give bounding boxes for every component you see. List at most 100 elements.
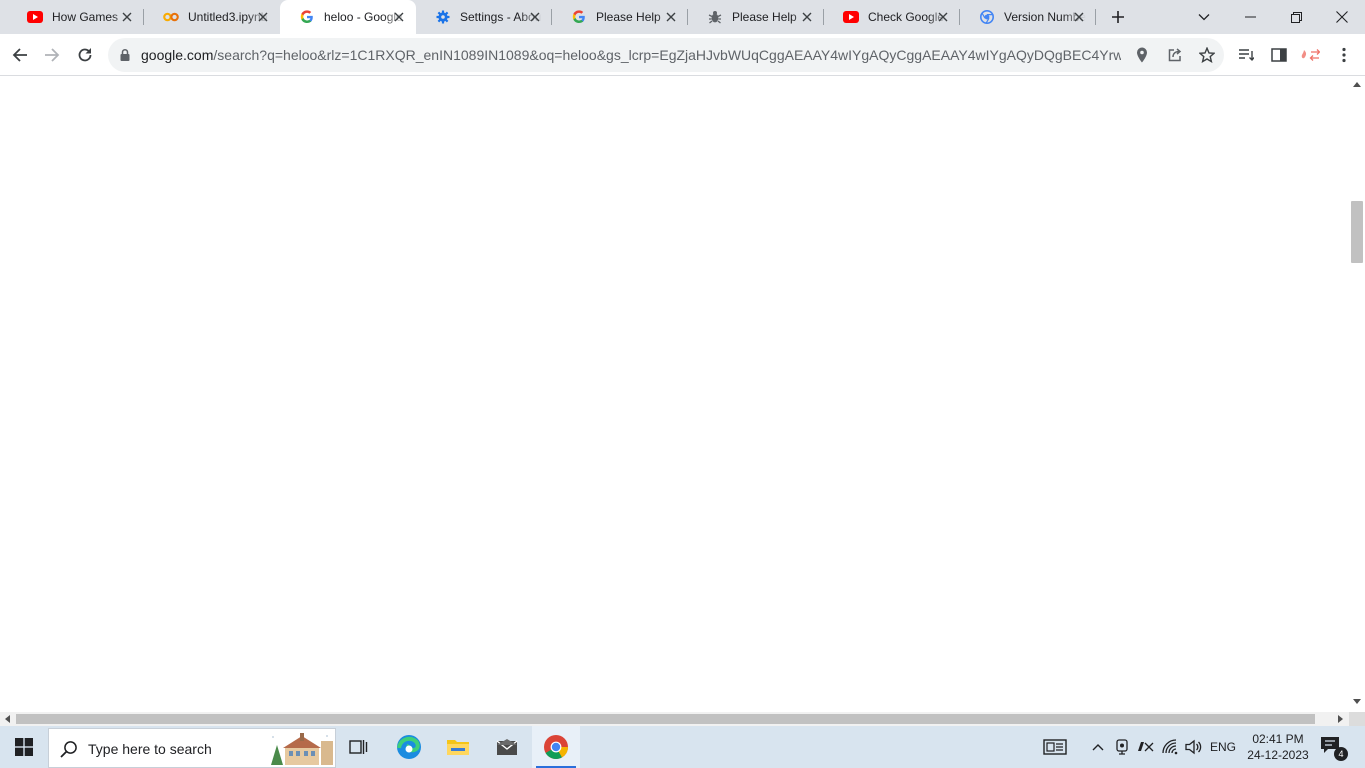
tray-meet-now[interactable]	[1112, 726, 1132, 768]
extension-icon[interactable]	[1300, 45, 1320, 65]
side-panel-icon[interactable]	[1269, 45, 1289, 65]
chevron-up-icon	[1092, 744, 1104, 751]
share-icon[interactable]	[1166, 46, 1184, 64]
taskbar-search-box[interactable]: Type here to search	[48, 728, 336, 768]
folder-icon	[447, 740, 469, 755]
new-tab-button[interactable]	[1106, 5, 1130, 29]
close-icon[interactable]	[120, 10, 134, 24]
url-host: google.com	[141, 47, 214, 63]
kebab-menu-icon[interactable]	[1334, 45, 1354, 65]
scroll-right-arrow[interactable]	[1338, 715, 1343, 723]
taskbar-chrome[interactable]	[532, 726, 580, 768]
close-icon[interactable]	[936, 10, 950, 24]
settings-gear-icon	[435, 9, 451, 25]
restore-icon	[1290, 11, 1302, 23]
lock-icon[interactable]	[118, 48, 132, 62]
reload-button[interactable]	[71, 41, 99, 69]
screen: How Games Untitled3.ipynb heloo - Google…	[0, 0, 1365, 768]
news-icon	[1043, 739, 1067, 755]
tab-please-help-2[interactable]: Please Help	[688, 0, 824, 34]
chrome-icon	[544, 735, 568, 760]
scroll-up-arrow[interactable]	[1353, 82, 1361, 87]
tab-separator	[1095, 9, 1096, 25]
tab-version-numbers[interactable]: Version Numbers	[960, 0, 1096, 34]
horizontal-scrollbar[interactable]	[0, 712, 1349, 726]
arrow-left-icon	[12, 48, 27, 62]
url-path: /search?q=heloo&rlz=1C1RXQR_enIN1089IN10…	[213, 47, 1121, 63]
close-window-button[interactable]	[1319, 0, 1365, 34]
taskbar-file-explorer[interactable]	[434, 726, 482, 768]
close-icon[interactable]	[256, 10, 270, 24]
vertical-scrollbar[interactable]	[1349, 77, 1365, 712]
bug-icon	[707, 9, 723, 25]
close-icon[interactable]	[1072, 10, 1086, 24]
notification-center-button[interactable]: 4	[1320, 736, 1348, 761]
search-placeholder: Type here to search	[88, 741, 212, 757]
close-icon[interactable]	[800, 10, 814, 24]
taskbar-edge[interactable]	[385, 726, 433, 768]
location-pin-icon[interactable]	[1133, 46, 1151, 64]
tab-how-games[interactable]: How Games	[8, 0, 144, 34]
tab-heloo-google-search[interactable]: heloo - Google Search	[280, 0, 416, 34]
windows-taskbar: Type here to search ENG 02:41 PM 24-12-2…	[0, 726, 1365, 768]
scroll-left-arrow[interactable]	[5, 715, 10, 723]
horizontal-scroll-thumb[interactable]	[16, 714, 1315, 724]
vertical-scroll-thumb[interactable]	[1351, 201, 1363, 264]
minimize-icon	[1244, 16, 1256, 18]
search-highlight-illustration	[265, 731, 335, 767]
clock-time: 02:41 PM	[1252, 732, 1304, 746]
battery-network-icon	[1138, 742, 1154, 752]
scrollbar-corner	[1349, 712, 1365, 726]
url-text[interactable]: google.com/search?q=heloo&rlz=1C1RXQR_en…	[141, 47, 1121, 63]
close-icon[interactable]	[392, 10, 406, 24]
chevron-down-icon	[1198, 14, 1210, 21]
tab-check-google[interactable]: Check Google	[824, 0, 960, 34]
tab-please-help-1[interactable]: Please Help	[552, 0, 688, 34]
page-content[interactable]	[0, 77, 1349, 712]
youtube-icon	[27, 9, 43, 25]
restore-button[interactable]	[1273, 0, 1319, 34]
reading-list-icon[interactable]	[1236, 45, 1256, 65]
chrome-icon	[979, 9, 995, 25]
address-bar[interactable]: google.com/search?q=heloo&rlz=1C1RXQR_en…	[108, 38, 1224, 72]
scroll-down-arrow[interactable]	[1353, 699, 1361, 704]
google-icon	[299, 9, 315, 25]
notification-count-badge: 4	[1334, 747, 1348, 761]
back-button[interactable]	[6, 41, 34, 69]
tab-settings-about[interactable]: Settings - About Chrome	[416, 0, 552, 34]
meet-now-icon	[1116, 739, 1128, 755]
google-icon	[571, 9, 587, 25]
clock[interactable]: 02:41 PM 24-12-2023	[1240, 731, 1316, 763]
speaker-icon	[1185, 739, 1202, 755]
task-view-icon	[349, 740, 368, 754]
wifi-icon	[1162, 739, 1178, 755]
mail-icon	[496, 739, 518, 755]
close-icon[interactable]	[528, 10, 542, 24]
tray-volume[interactable]	[1184, 726, 1204, 768]
arrow-right-icon	[45, 48, 60, 62]
task-view-button[interactable]	[335, 726, 383, 768]
close-icon[interactable]	[664, 10, 678, 24]
clock-date: 24-12-2023	[1247, 748, 1309, 762]
search-icon	[60, 741, 77, 758]
youtube-icon	[843, 9, 859, 25]
edge-icon	[397, 735, 421, 759]
browser-toolbar: google.com/search?q=heloo&rlz=1C1RXQR_en…	[0, 34, 1365, 76]
taskbar-mail[interactable]	[483, 726, 531, 768]
news-widget-button[interactable]	[1040, 726, 1070, 768]
tray-language[interactable]: ENG	[1208, 726, 1238, 768]
plus-icon	[1112, 11, 1124, 23]
forward-button[interactable]	[38, 41, 66, 69]
tab-strip: How Games Untitled3.ipynb heloo - Google…	[0, 0, 1365, 34]
bookmark-star-icon[interactable]	[1198, 46, 1216, 64]
tab-search-button[interactable]	[1181, 0, 1227, 34]
show-hidden-icons-button[interactable]	[1089, 726, 1107, 768]
minimize-button[interactable]	[1227, 0, 1273, 34]
language-indicator: ENG	[1209, 740, 1236, 754]
start-button[interactable]	[0, 726, 48, 768]
tray-network-status[interactable]	[1135, 726, 1157, 768]
tab-untitled3[interactable]: Untitled3.ipynb	[144, 0, 280, 34]
close-icon	[1336, 11, 1348, 23]
reload-icon	[78, 48, 92, 62]
tray-wifi[interactable]	[1160, 726, 1182, 768]
